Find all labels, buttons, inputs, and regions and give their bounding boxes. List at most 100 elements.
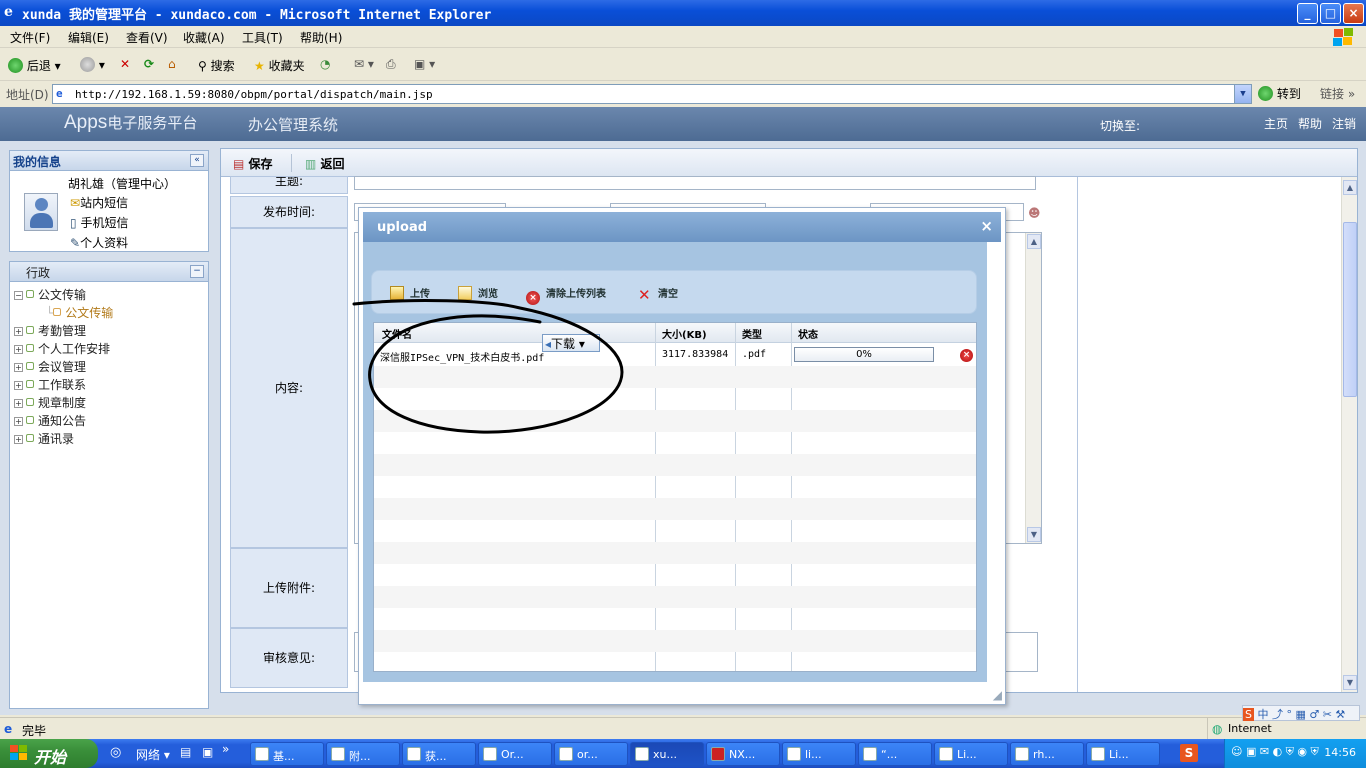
- tree-expand-icon[interactable]: +: [14, 381, 23, 390]
- subject-input[interactable]: [354, 176, 1036, 190]
- print-icon[interactable]: ⎙: [386, 57, 396, 72]
- tree-item-personal-schedule[interactable]: + 个人工作安排: [14, 340, 110, 357]
- close-window-button[interactable]: ×: [1343, 3, 1364, 24]
- col-status[interactable]: 状态: [798, 326, 818, 341]
- home-link[interactable]: 主页: [1264, 115, 1288, 132]
- tree-item-work-contact[interactable]: + 工作联系: [14, 376, 86, 393]
- dialog-close-button[interactable]: ×: [980, 217, 993, 235]
- tree-item-doc-transfer[interactable]: − 公文传输: [14, 286, 86, 303]
- quicklaunch-window-icon[interactable]: ▣: [202, 745, 213, 759]
- tree-item-notices[interactable]: + 通知公告: [14, 412, 86, 429]
- menu-edit[interactable]: 编辑(E): [68, 29, 109, 46]
- empty-button[interactable]: ✕ 清空: [638, 285, 678, 303]
- quicklaunch-ie-icon[interactable]: ◎: [110, 745, 121, 760]
- select-user-icon[interactable]: ☻: [1028, 206, 1041, 220]
- collapse-panel-icon[interactable]: «: [190, 154, 204, 167]
- tree-expand-icon[interactable]: +: [14, 435, 23, 444]
- remove-file-icon[interactable]: ×: [960, 349, 973, 362]
- switch-to-label[interactable]: 切换至:: [1100, 117, 1140, 134]
- stop-icon[interactable]: ✕: [120, 57, 130, 71]
- logout-link[interactable]: 注销: [1332, 115, 1356, 132]
- main-scrollbar[interactable]: ▲ ▼: [1341, 177, 1357, 692]
- scroll-down-icon[interactable]: ▼: [1343, 675, 1357, 690]
- profile-link[interactable]: ✎个人资料: [70, 234, 128, 251]
- refresh-icon[interactable]: ⟳: [144, 57, 154, 71]
- taskbar-item[interactable]: rh...: [1010, 742, 1084, 766]
- content-scroll-down-icon[interactable]: ▼: [1027, 527, 1041, 542]
- tree-item-doc-transfer-child[interactable]: └ 公文传输: [46, 304, 113, 321]
- sms-link[interactable]: ▯ 手机短信: [70, 214, 128, 231]
- taskbar-item[interactable]: or...: [554, 742, 628, 766]
- menu-view[interactable]: 查看(V): [126, 29, 168, 46]
- clock[interactable]: 14:56: [1324, 746, 1356, 759]
- back-form-button[interactable]: ▥ 返回: [305, 155, 345, 172]
- go-button[interactable]: 转到: [1258, 85, 1301, 102]
- tree-expand-icon[interactable]: +: [14, 363, 23, 372]
- mail-icon[interactable]: ✉ ▾: [354, 57, 374, 71]
- taskbar-item[interactable]: li...: [782, 742, 856, 766]
- task-label: xu...: [653, 748, 677, 761]
- tree-item-contacts[interactable]: + 通讯录: [14, 430, 74, 447]
- home-icon[interactable]: ⌂: [168, 57, 176, 71]
- content-scroll-up-icon[interactable]: ▲: [1027, 234, 1041, 249]
- row-type: .pdf: [742, 349, 767, 360]
- address-dropdown-icon[interactable]: ▼: [1234, 85, 1251, 103]
- col-size[interactable]: 大小(KB): [662, 326, 707, 341]
- forward-button[interactable]: ▾: [80, 57, 105, 72]
- resize-grip-icon[interactable]: ◢: [993, 688, 1002, 702]
- ime-toolbar[interactable]: S 中 ⤴ ° ▦ ♂ ✂ ⚒: [1242, 705, 1360, 721]
- links-label: 链接: [1320, 87, 1345, 101]
- tree-expand-icon[interactable]: +: [14, 327, 23, 336]
- taskbar-item[interactable]: Or...: [478, 742, 552, 766]
- taskbar-item-active[interactable]: xu...: [630, 742, 704, 766]
- tree-item-regulations[interactable]: + 规章制度: [14, 394, 86, 411]
- save-button[interactable]: ▤ 保存: [233, 155, 273, 172]
- minimize-button[interactable]: _: [1297, 3, 1318, 24]
- links-button[interactable]: 链接 »: [1320, 85, 1355, 102]
- dialog-header[interactable]: upload ×: [363, 212, 1001, 242]
- help-link[interactable]: 帮助: [1298, 115, 1322, 132]
- quicklaunch-more-icon[interactable]: »: [222, 742, 229, 756]
- tree-expand-icon[interactable]: +: [14, 417, 23, 426]
- task-label: “...: [881, 748, 898, 761]
- tree-item-meetings[interactable]: + 会议管理: [14, 358, 86, 375]
- sms-label: 手机短信: [80, 216, 129, 230]
- tree-collapse-icon[interactable]: −: [14, 291, 23, 300]
- content-scrollbar[interactable]: ▲ ▼: [1025, 233, 1041, 543]
- address-url: http://192.168.1.59:8080/obpm/portal/dis…: [75, 88, 433, 101]
- quicklaunch-network[interactable]: 网络 ▾: [136, 746, 170, 763]
- taskbar-item[interactable]: 基...: [250, 742, 324, 766]
- favorites-button[interactable]: ★ 收藏夹: [254, 57, 305, 74]
- address-input[interactable]: e http://192.168.1.59:8080/obpm/portal/d…: [52, 84, 1252, 104]
- tree-expand-icon[interactable]: +: [14, 399, 23, 408]
- taskbar-item[interactable]: 获...: [402, 742, 476, 766]
- taskbar-item[interactable]: NX...: [706, 742, 780, 766]
- col-type[interactable]: 类型: [742, 326, 762, 341]
- site-message-link[interactable]: ✉站内短信: [70, 194, 128, 211]
- menu-tools[interactable]: 工具(T): [242, 29, 283, 46]
- menu-file[interactable]: 文件(F): [10, 29, 50, 46]
- task-app-icon: [483, 747, 497, 761]
- maximize-button[interactable]: □: [1320, 3, 1341, 24]
- search-button[interactable]: ⚲ 搜索: [198, 57, 235, 74]
- taskbar-item[interactable]: Li...: [1086, 742, 1160, 766]
- collapse-nav-icon[interactable]: −: [190, 265, 204, 278]
- app-logo[interactable]: Apps电子服务平台: [64, 112, 197, 134]
- tree-item-attendance[interactable]: + 考勤管理: [14, 322, 86, 339]
- edit-icon[interactable]: ▣ ▾: [414, 57, 435, 71]
- sogou-ime-icon[interactable]: S: [1180, 744, 1198, 762]
- taskbar-item[interactable]: Li...: [934, 742, 1008, 766]
- show-desktop-icon[interactable]: ▤: [180, 745, 191, 759]
- menu-help[interactable]: 帮助(H): [300, 29, 342, 46]
- scroll-up-icon[interactable]: ▲: [1343, 180, 1357, 195]
- start-button[interactable]: 开始: [0, 739, 98, 768]
- scroll-thumb[interactable]: [1343, 222, 1357, 397]
- tray-icons[interactable]: ☺ ▣ ✉ ◐ ⛨ ◉ ⛨: [1231, 745, 1319, 759]
- taskbar-item[interactable]: “...: [858, 742, 932, 766]
- back-button[interactable]: 后退 ▾: [8, 57, 61, 74]
- tree-expand-icon[interactable]: +: [14, 345, 23, 354]
- history-icon[interactable]: ◔: [320, 57, 330, 71]
- menu-favorites[interactable]: 收藏(A): [183, 29, 225, 46]
- window-titlebar[interactable]: e xunda 我的管理平台 - xundaco.com - Microsoft…: [0, 0, 1366, 26]
- taskbar-item[interactable]: 附...: [326, 742, 400, 766]
